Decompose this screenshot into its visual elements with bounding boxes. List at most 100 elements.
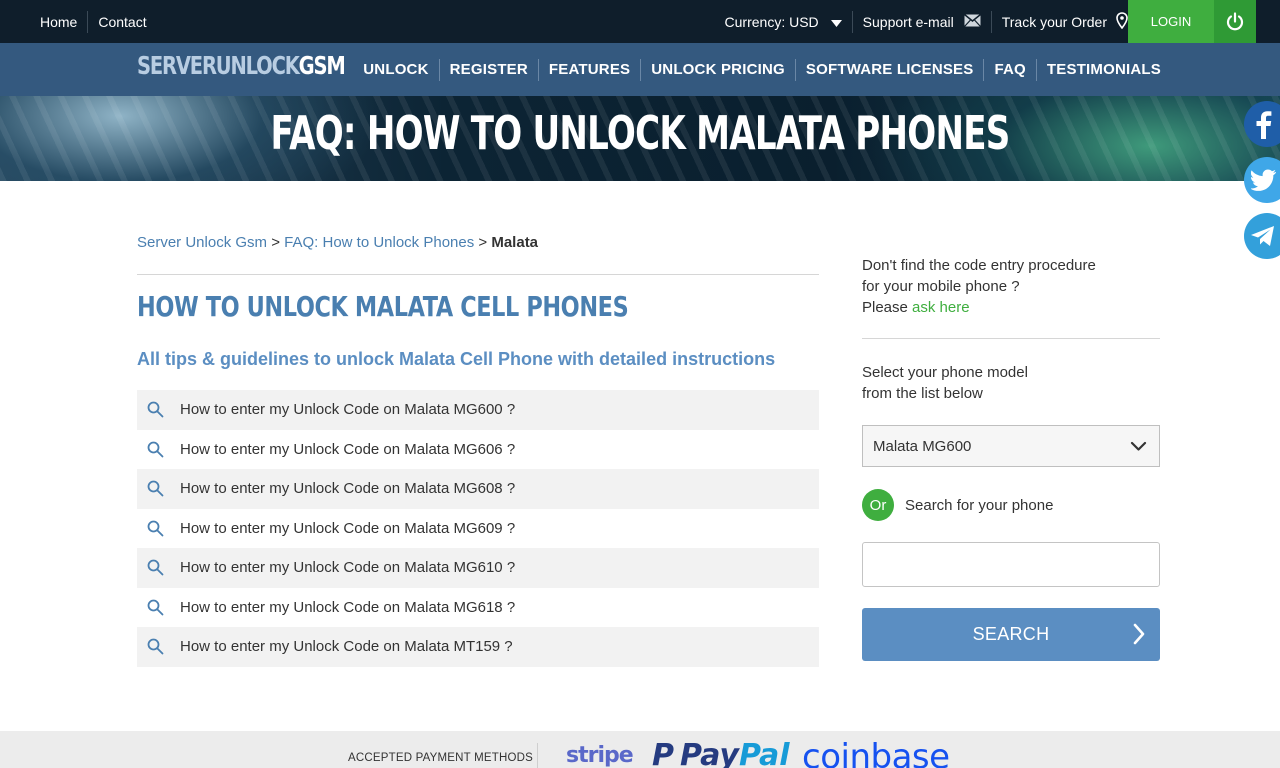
breadcrumb-separator: > <box>271 234 280 251</box>
payment-methods-label: ACCEPTED PAYMENT METHODS <box>348 752 533 764</box>
divider <box>862 338 1160 339</box>
top-links: Home Contact <box>40 0 147 43</box>
nav-divider <box>794 58 796 81</box>
faq-item[interactable]: How to enter my Unlock Code on Malata MG… <box>137 548 819 588</box>
nav-divider <box>983 58 985 81</box>
help-line: Please ask here <box>862 297 1162 318</box>
nav-register[interactable]: REGISTER <box>450 61 528 78</box>
section-subtitle: All tips & guidelines to unlock Malata C… <box>137 349 776 369</box>
search-icon <box>145 439 165 459</box>
payment-footer: ACCEPTED PAYMENT METHODS stripe P Pay Pal… <box>0 731 1280 768</box>
breadcrumb: Server Unlock Gsm > FAQ: How to Unlock P… <box>137 234 538 251</box>
divider <box>87 10 89 33</box>
select-line: from the list below <box>862 385 983 402</box>
stripe-logo: stripe <box>566 743 634 768</box>
page-title: FAQ: HOW TO UNLOCK MALATA PHONES <box>270 106 1010 160</box>
login-button[interactable]: LOGIN <box>1128 0 1214 43</box>
currency-label: Currency: USD <box>724 13 819 30</box>
select-line: Select your phone model <box>862 364 1028 381</box>
search-button[interactable]: SEARCH <box>862 608 1160 661</box>
faq-item[interactable]: How to enter my Unlock Code on Malata MG… <box>137 390 819 430</box>
ask-here-link[interactable]: ask here <box>912 299 970 316</box>
nav-menu: UNLOCK REGISTER FEATURES UNLOCK PRICING … <box>363 43 1161 96</box>
faq-link[interactable]: How to enter my Unlock Code on Malata MG… <box>180 480 515 497</box>
nav-divider <box>438 58 440 81</box>
nav-divider <box>537 58 539 81</box>
nav-unlock-pricing[interactable]: UNLOCK PRICING <box>651 61 785 78</box>
help-note: Don't find the code entry procedure for … <box>862 255 1162 318</box>
selected-model: Malata MG600 <box>873 437 972 455</box>
logo-part-1: SERVERUNLOCK <box>137 51 300 80</box>
telegram-icon[interactable] <box>1244 213 1280 259</box>
coinbase-logo: coinbase <box>802 737 950 768</box>
search-icon <box>145 597 165 617</box>
contact-link[interactable]: Contact <box>98 14 146 30</box>
nav-software-licenses[interactable]: SOFTWARE LICENSES <box>806 61 974 78</box>
or-search: Or Search for your phone <box>862 489 1053 521</box>
support-label: Support e-mail <box>862 13 954 30</box>
twitter-icon[interactable] <box>1244 157 1280 203</box>
support-email-link[interactable]: Support e-mail <box>862 13 981 30</box>
paypal-text-1: Pay <box>680 738 739 768</box>
faq-item[interactable]: How to enter my Unlock Code on Malata MG… <box>137 588 819 628</box>
phone-search-input[interactable] <box>862 542 1160 587</box>
divider <box>990 10 992 33</box>
faq-item[interactable]: How to enter my Unlock Code on Malata MG… <box>137 509 819 549</box>
chevron-right-icon <box>1132 622 1146 651</box>
paypal-text-2: Pal <box>738 738 790 768</box>
help-line: Don't find the code entry procedure <box>862 257 1096 274</box>
faq-list: How to enter my Unlock Code on Malata MG… <box>137 390 819 667</box>
or-badge: Or <box>862 489 894 521</box>
section-title: HOW TO UNLOCK MALATA CELL PHONES <box>137 290 629 323</box>
power-icon[interactable] <box>1214 0 1256 43</box>
search-icon <box>145 558 165 578</box>
home-link[interactable]: Home <box>40 14 77 30</box>
search-icon <box>145 479 165 499</box>
select-instructions: Select your phone model from the list be… <box>862 362 1162 404</box>
search-icon <box>145 637 165 657</box>
faq-link[interactable]: How to enter my Unlock Code on Malata MG… <box>180 401 515 418</box>
breadcrumb-faq[interactable]: FAQ: How to Unlock Phones <box>284 234 474 251</box>
faq-link[interactable]: How to enter my Unlock Code on Malata MG… <box>180 559 515 576</box>
nav-divider <box>640 58 642 81</box>
logo-part-2: GSM <box>298 51 346 80</box>
faq-link[interactable]: How to enter my Unlock Code on Malata MG… <box>180 520 515 537</box>
hero-banner: FAQ: HOW TO UNLOCK MALATA PHONES <box>0 96 1280 181</box>
main-navigation: SERVERUNLOCKGSM UNLOCK REGISTER FEATURES… <box>0 43 1280 96</box>
envelope-icon <box>963 13 981 30</box>
chevron-down-icon <box>1130 438 1147 459</box>
help-line: for your mobile phone ? <box>862 278 1020 295</box>
nav-testimonials[interactable]: TESTIMONIALS <box>1047 61 1161 78</box>
top-bar: Home Contact Currency: USD Support e-mai… <box>0 0 1280 43</box>
faq-link[interactable]: How to enter my Unlock Code on Malata MG… <box>180 599 515 616</box>
nav-features[interactable]: FEATURES <box>549 61 630 78</box>
paypal-logo: P Pay Pal <box>652 741 790 768</box>
search-label: Search for your phone <box>905 496 1054 514</box>
caret-down-icon <box>830 14 842 30</box>
divider <box>851 10 853 33</box>
faq-item[interactable]: How to enter my Unlock Code on Malata MT… <box>137 627 819 667</box>
currency-selector[interactable]: Currency: USD <box>725 14 842 30</box>
top-utilities: Currency: USD Support e-mail Track your … <box>725 0 1128 43</box>
faq-item[interactable]: How to enter my Unlock Code on Malata MG… <box>137 430 819 470</box>
please-text: Please <box>862 299 908 316</box>
phone-model-select[interactable]: Malata MG600 <box>862 425 1160 467</box>
nav-unlock[interactable]: UNLOCK <box>363 61 428 78</box>
divider <box>137 274 819 275</box>
faq-link[interactable]: How to enter my Unlock Code on Malata MG… <box>180 441 515 458</box>
faq-item[interactable]: How to enter my Unlock Code on Malata MG… <box>137 469 819 509</box>
divider <box>537 743 538 768</box>
breadcrumb-separator: > <box>478 234 488 251</box>
breadcrumb-current: Malata <box>491 234 539 251</box>
search-icon <box>145 400 165 420</box>
nav-divider <box>1035 58 1037 81</box>
breadcrumb-home[interactable]: Server Unlock Gsm <box>137 234 267 251</box>
track-label: Track your Order <box>1001 13 1107 30</box>
search-icon <box>145 518 165 538</box>
faq-link[interactable]: How to enter my Unlock Code on Malata MT… <box>180 638 513 655</box>
search-button-label: SEARCH <box>972 624 1050 644</box>
track-order-link[interactable]: Track your Order <box>1001 11 1128 32</box>
site-logo[interactable]: SERVERUNLOCKGSM <box>137 51 346 80</box>
nav-faq[interactable]: FAQ <box>994 61 1025 78</box>
paypal-mark-icon: P <box>652 738 674 768</box>
